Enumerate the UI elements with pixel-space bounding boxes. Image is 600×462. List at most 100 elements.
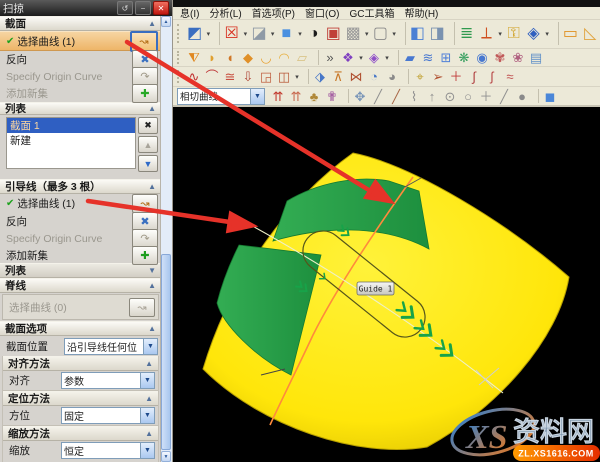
alignment-header[interactable]: 对齐方法 ▲: [3, 356, 158, 371]
swoop-surface-alt-icon[interactable]: ◠: [275, 49, 293, 65]
orientation-header[interactable]: 定位方法 ▲: [3, 391, 158, 406]
role-key-icon[interactable]: ⚿: [504, 21, 524, 47]
guides-select-curve-row[interactable]: ✔ 选择曲线 (1) ↝: [0, 194, 161, 213]
offset-surface-icon[interactable]: ◈: [365, 49, 383, 65]
dialog-reset-button[interactable]: ↺: [117, 1, 133, 15]
dropdown-arrow-icon[interactable]: ▾: [543, 30, 551, 38]
s-curve-icon[interactable]: ∫: [465, 68, 483, 85]
alignment-dropdown[interactable]: 参数 ▼: [61, 372, 155, 389]
offset-curve-icon[interactable]: ≅: [221, 68, 239, 85]
section-header-options[interactable]: 截面选项 ▲: [0, 321, 161, 336]
scrollbar-thumb[interactable]: [161, 254, 171, 450]
dialog-minimize-button[interactable]: −: [135, 1, 151, 15]
viewport-canvas[interactable]: Guide 1 XS ZL.XS1616.COM 资料网: [173, 107, 600, 462]
menu-item[interactable]: 分析(L): [204, 5, 246, 20]
dropdown-arrow-icon[interactable]: ▾: [363, 30, 371, 38]
trim-body-icon[interactable]: ⊼: [329, 68, 347, 85]
list-item[interactable]: 截面 1: [7, 118, 135, 133]
menu-item[interactable]: 帮助(H): [399, 5, 443, 20]
mid-point-snap-icon[interactable]: ⇈: [287, 88, 305, 104]
snap-view-icon[interactable]: ◩: [185, 21, 205, 47]
display-window-icon[interactable]: ☒: [222, 21, 242, 47]
dropdown-arrow-icon[interactable]: ▾: [242, 30, 250, 38]
ghost-cube-icon[interactable]: ▩: [343, 21, 363, 47]
menu-item[interactable]: 息(I): [175, 5, 204, 20]
quadrant-snap-icon[interactable]: ＋: [477, 88, 495, 104]
wireframe-box-icon[interactable]: ▢: [371, 21, 391, 47]
studio-surface-icon[interactable]: ❋: [455, 49, 473, 65]
layer-settings-icon[interactable]: ≣: [457, 21, 477, 47]
swept-surface-icon[interactable]: ◗: [203, 49, 221, 65]
menu-item[interactable]: 首选项(P): [247, 5, 300, 20]
section-listbox[interactable]: 截面 1 新建: [6, 117, 136, 169]
thicken-body-icon[interactable]: ◕: [383, 68, 401, 85]
j-curve-icon[interactable]: ʃ: [483, 68, 501, 85]
dialog-titlebar[interactable]: 扫掠 ↺ − ✕: [0, 0, 172, 16]
dropdown-arrow-icon[interactable]: ▾: [383, 54, 391, 62]
shaded-cube-icon[interactable]: ■: [276, 21, 296, 47]
section-surface-icon[interactable]: ◖: [221, 49, 239, 65]
measure-angle-icon[interactable]: ◺: [580, 21, 600, 47]
guides-select-curve-button[interactable]: ↝: [132, 194, 158, 213]
dropdown-arrow-icon[interactable]: ▾: [293, 73, 301, 81]
scroll-up-icon[interactable]: ▲: [161, 16, 171, 27]
dropdown-arrow-icon[interactable]: ▾: [269, 30, 277, 38]
dialog-close-button[interactable]: ✕: [153, 1, 169, 15]
section-header-guides[interactable]: 引导线（最多 3 根） ▲: [0, 179, 161, 194]
plus-curve-icon[interactable]: ＋: [447, 68, 465, 85]
swirl-surface-icon[interactable]: ❀: [509, 49, 527, 65]
move-up-button[interactable]: ▲: [138, 136, 158, 153]
menu-item[interactable]: 窗口(O): [300, 5, 344, 20]
extrude-body-icon[interactable]: ⬗: [311, 68, 329, 85]
revolved-surface-icon[interactable]: ◆: [239, 49, 257, 65]
pole-snap-icon[interactable]: ✟: [323, 88, 341, 104]
scaling-dropdown[interactable]: 恒定 ▼: [61, 442, 155, 459]
bounded-plane-icon[interactable]: ❖: [339, 49, 357, 65]
slash-snap-icon[interactable]: ╱: [495, 88, 513, 104]
sheet-body-icon[interactable]: ◪: [249, 21, 269, 47]
free-move-icon[interactable]: ✥: [351, 88, 369, 104]
measure-ruler-icon[interactable]: ▭: [561, 21, 581, 47]
split-body-icon[interactable]: ⋈: [347, 68, 365, 85]
four-point-surface-icon[interactable]: ▰: [401, 49, 419, 65]
assembly-cube-icon[interactable]: ▣: [323, 21, 343, 47]
ruled-surface-icon[interactable]: ⧨: [185, 49, 203, 65]
vector-snap-icon[interactable]: ↑: [423, 88, 441, 104]
wcs-csys-icon[interactable]: ⟂: [477, 21, 497, 47]
arrow-curve-icon[interactable]: ➢: [429, 68, 447, 85]
offset-face-icon[interactable]: ◔: [365, 68, 383, 85]
orientation-dropdown[interactable]: 固定 ▼: [61, 407, 155, 424]
section-add-set-button[interactable]: ✚: [132, 84, 158, 103]
bridge-curve-icon[interactable]: ⌒: [203, 68, 221, 85]
line-snap-colored-icon[interactable]: ╱: [387, 88, 405, 104]
project-curve-icon[interactable]: ⇩: [239, 68, 257, 85]
booklet-icon[interactable]: ▤: [527, 49, 545, 65]
list-item[interactable]: 新建: [7, 133, 135, 148]
dropdown-arrow-icon[interactable]: ▾: [496, 30, 504, 38]
dialog-scrollbar[interactable]: ▲ ▼: [160, 16, 172, 462]
control-point-snap-icon[interactable]: ♣: [305, 88, 323, 104]
section-position-dropdown[interactable]: 沿引导线任何位 ▼: [64, 338, 158, 355]
circle-snap-icon[interactable]: ○: [459, 88, 477, 104]
surface-analysis-icon[interactable]: ◉: [473, 49, 491, 65]
dropdown-arrow-icon[interactable]: ▾: [390, 30, 398, 38]
overflow-chevron-icon[interactable]: »: [321, 49, 339, 65]
combined-projection-icon[interactable]: ◲: [257, 68, 275, 85]
studio-spline-icon[interactable]: ∿: [185, 68, 203, 85]
flip-display-icon[interactable]: ◧: [408, 21, 428, 47]
scaling-header[interactable]: 缩放方法 ▲: [3, 426, 158, 441]
selection-filter-combo[interactable]: 相切曲线 ▼: [177, 88, 265, 105]
dropdown-arrow-icon[interactable]: ▾: [205, 30, 213, 38]
view-diamond-icon[interactable]: ◈: [524, 21, 544, 47]
remove-item-button[interactable]: ✖: [138, 117, 158, 134]
display-cube-icon[interactable]: ◼: [541, 88, 559, 104]
render-style-icon[interactable]: ◑: [304, 21, 324, 47]
scroll-down-icon[interactable]: ▼: [161, 451, 171, 462]
wave-curve-icon[interactable]: ≈: [501, 68, 519, 85]
move-down-button[interactable]: ▼: [138, 155, 158, 172]
dropdown-arrow-icon[interactable]: ▾: [357, 54, 365, 62]
through-curves-icon[interactable]: ≋: [419, 49, 437, 65]
swoop-surface-icon[interactable]: ◡: [257, 49, 275, 65]
center-snap-icon[interactable]: ⊙: [441, 88, 459, 104]
mirror-curve-icon[interactable]: ◫: [275, 68, 293, 85]
